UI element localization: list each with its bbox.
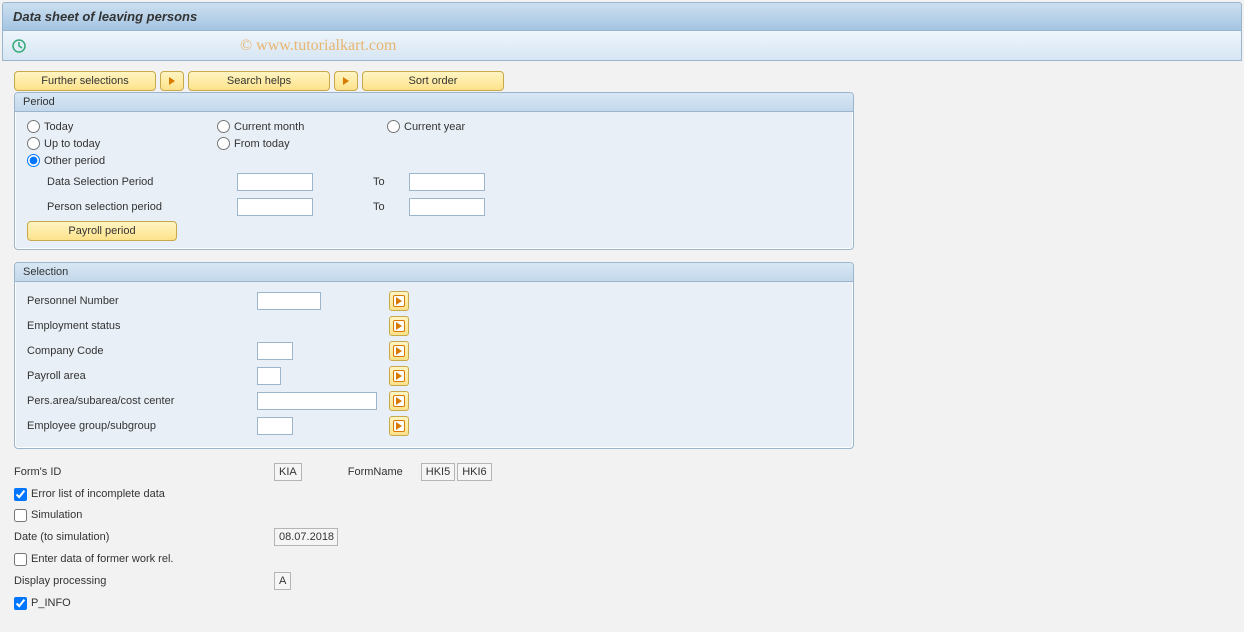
error-list-checkbox[interactable]: Error list of incomplete data <box>14 484 1230 504</box>
page-title: Data sheet of leaving persons <box>2 2 1242 31</box>
employment-status-label: Employment status <box>27 320 257 332</box>
app-toolbar <box>2 31 1242 61</box>
radio-current-year[interactable]: Current year <box>387 120 557 133</box>
sort-order-arrow-icon[interactable] <box>334 71 358 91</box>
person-selection-from-input[interactable] <box>237 198 313 216</box>
to-label-2: To <box>373 201 409 213</box>
content-area: Further selections Search helps Sort ord… <box>0 61 1244 624</box>
forms-id-value: KIA <box>274 463 302 481</box>
payroll-area-label: Payroll area <box>27 370 257 382</box>
payroll-area-multi-icon[interactable] <box>389 366 409 386</box>
form-name-value-1: HKI5 <box>421 463 455 481</box>
employee-group-input[interactable] <box>257 417 293 435</box>
selection-group: Selection Personnel Number Employment st… <box>14 262 854 449</box>
radio-today[interactable]: Today <box>27 120 217 133</box>
person-selection-to-input[interactable] <box>409 198 485 216</box>
form-name-value-2: HKI6 <box>457 463 491 481</box>
bottom-form: Form's ID KIA FormName HKI5 HKI6 Error l… <box>14 461 1230 613</box>
employee-group-multi-icon[interactable] <box>389 416 409 436</box>
simulation-checkbox[interactable]: Simulation <box>14 505 1230 525</box>
execute-icon[interactable] <box>11 38 27 54</box>
display-processing-label: Display processing <box>14 575 274 587</box>
employee-group-label: Employee group/subgroup <box>27 420 257 432</box>
company-code-multi-icon[interactable] <box>389 341 409 361</box>
to-label-1: To <box>373 176 409 188</box>
person-selection-period-label: Person selection period <box>27 201 237 213</box>
radio-from-today[interactable]: From today <box>217 137 387 150</box>
enter-former-checkbox[interactable]: Enter data of former work rel. <box>14 549 1230 569</box>
payroll-period-button[interactable]: Payroll period <box>27 221 177 241</box>
search-helps-button[interactable]: Search helps <box>188 71 330 91</box>
pers-area-label: Pers.area/subarea/cost center <box>27 395 257 407</box>
data-selection-from-input[interactable] <box>237 173 313 191</box>
action-buttons-row: Further selections Search helps Sort ord… <box>14 71 1230 91</box>
sort-order-button[interactable]: Sort order <box>362 71 504 91</box>
personnel-number-label: Personnel Number <box>27 295 257 307</box>
period-group: Period Today Current month Current year … <box>14 92 854 250</box>
pers-area-multi-icon[interactable] <box>389 391 409 411</box>
company-code-label: Company Code <box>27 345 257 357</box>
radio-current-month[interactable]: Current month <box>217 120 387 133</box>
selection-group-label: Selection <box>15 263 853 282</box>
date-sim-value: 08.07.2018 <box>274 528 338 546</box>
p-info-checkbox[interactable]: P_INFO <box>14 593 1230 613</box>
data-selection-period-label: Data Selection Period <box>27 176 237 188</box>
display-processing-value: A <box>274 572 291 590</box>
employment-status-multi-icon[interactable] <box>389 316 409 336</box>
company-code-input[interactable] <box>257 342 293 360</box>
search-helps-arrow-icon[interactable] <box>160 71 184 91</box>
form-name-label: FormName <box>348 466 403 478</box>
radio-up-to-today[interactable]: Up to today <box>27 137 217 150</box>
period-group-label: Period <box>15 93 853 112</box>
date-sim-label: Date (to simulation) <box>14 531 274 543</box>
radio-other-period[interactable]: Other period <box>27 154 217 167</box>
personnel-number-multi-icon[interactable] <box>389 291 409 311</box>
data-selection-to-input[interactable] <box>409 173 485 191</box>
forms-id-label: Form's ID <box>14 466 274 478</box>
payroll-area-input[interactable] <box>257 367 281 385</box>
personnel-number-input[interactable] <box>257 292 321 310</box>
pers-area-input[interactable] <box>257 392 377 410</box>
further-selections-button[interactable]: Further selections <box>14 71 156 91</box>
